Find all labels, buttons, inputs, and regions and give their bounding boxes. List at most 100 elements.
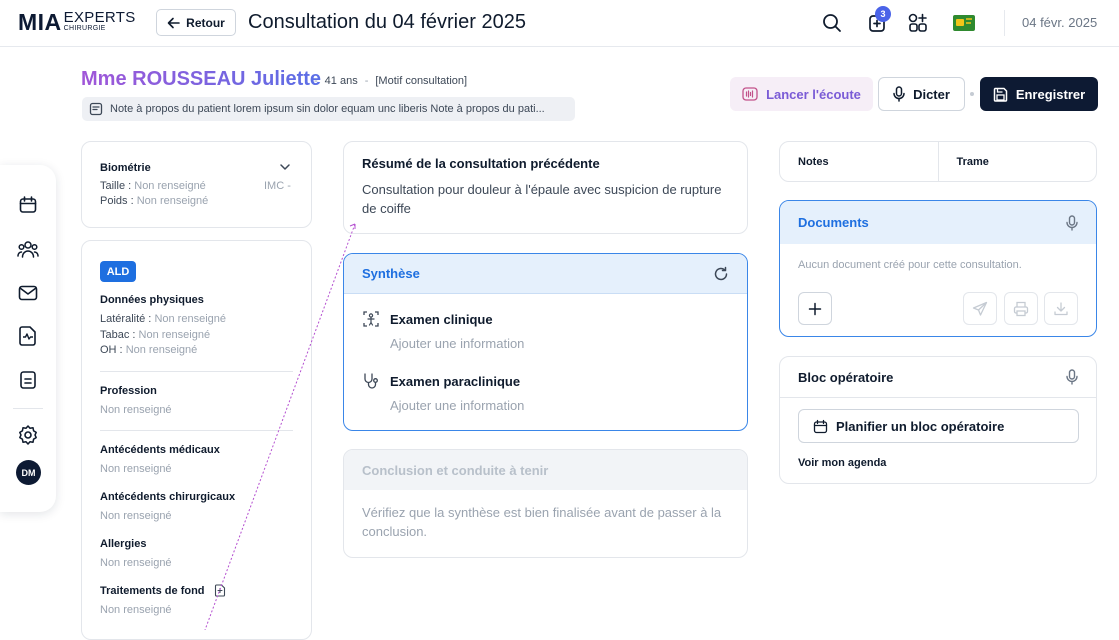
save-button[interactable]: Enregistrer bbox=[980, 77, 1098, 111]
biometrics-card: Biométrie Taille : Non renseigné IMC - P… bbox=[81, 141, 312, 228]
synthesis-card: Synthèse Examen clinique Ajouter une inf… bbox=[343, 253, 748, 431]
search-icon[interactable] bbox=[820, 11, 844, 35]
height-value[interactable]: Non renseigné bbox=[134, 180, 206, 192]
prescription-icon[interactable] bbox=[214, 584, 226, 602]
medical-history-title: Antécédents médicaux bbox=[100, 444, 220, 456]
microphone-icon bbox=[893, 86, 905, 102]
listen-label: Lancer l'écoute bbox=[766, 86, 861, 102]
operating-room-title: Bloc opératoire bbox=[798, 369, 894, 385]
side-rail: DM bbox=[0, 165, 56, 512]
mail-icon[interactable] bbox=[17, 282, 39, 304]
patient-name: Mme ROUSSEAU Juliette bbox=[81, 68, 322, 90]
patient-note-text: Note à propos du patient lorem ipsum sin… bbox=[110, 103, 545, 115]
note-icon bbox=[89, 102, 103, 116]
calendar-icon bbox=[813, 419, 828, 433]
stethoscope-icon bbox=[362, 372, 380, 395]
print-button[interactable] bbox=[1004, 292, 1038, 325]
refresh-icon[interactable] bbox=[713, 266, 729, 282]
notification-badge: 3 bbox=[875, 6, 891, 22]
surgical-history-value[interactable]: Non renseigné bbox=[100, 510, 172, 522]
synthesis-title: Synthèse bbox=[362, 266, 420, 281]
documents-title: Documents bbox=[798, 215, 869, 230]
treatments-title: Traitements de fond bbox=[100, 585, 205, 597]
download-icon bbox=[1054, 301, 1068, 315]
synthesis-header: Synthèse bbox=[344, 254, 747, 294]
tab-trame[interactable]: Trame bbox=[937, 142, 1097, 181]
schedule-surgery-label: Planifier un bloc opératoire bbox=[836, 418, 1005, 434]
previous-summary-text: Consultation pour douleur à l'épaule ave… bbox=[362, 182, 722, 216]
height-label: Taille : bbox=[100, 180, 132, 192]
biometrics-title: Biométrie bbox=[100, 162, 151, 174]
settings-icon[interactable] bbox=[17, 424, 39, 446]
profession-value[interactable]: Non renseigné bbox=[100, 404, 172, 416]
page-title: Consultation du 04 février 2025 bbox=[248, 11, 526, 33]
allergies-value[interactable]: Non renseigné bbox=[100, 557, 172, 569]
weight-value[interactable]: Non renseigné bbox=[137, 195, 209, 207]
vitale-card-icon[interactable] bbox=[952, 11, 976, 35]
patients-icon[interactable] bbox=[17, 238, 39, 260]
arrow-left-icon bbox=[167, 17, 180, 28]
patient-note[interactable]: Note à propos du patient lorem ipsum sin… bbox=[82, 97, 575, 121]
divider bbox=[100, 430, 293, 431]
print-icon bbox=[1013, 301, 1029, 316]
microphone-icon[interactable] bbox=[1066, 214, 1078, 231]
tobacco-value[interactable]: Non renseigné bbox=[139, 329, 211, 341]
header-date: 04 févr. 2025 bbox=[1022, 15, 1098, 30]
conclusion-card: Conclusion et conduite à tenir Vérifiez … bbox=[343, 449, 748, 558]
medical-history-value[interactable]: Non renseigné bbox=[100, 463, 172, 475]
user-avatar[interactable]: DM bbox=[16, 460, 41, 485]
alcohol-label: OH : bbox=[100, 344, 123, 356]
send-icon bbox=[972, 301, 988, 316]
alcohol-value[interactable]: Non renseigné bbox=[126, 344, 198, 356]
laterality-value[interactable]: Non renseigné bbox=[154, 313, 226, 325]
notes-tabs: Notes Trame bbox=[779, 141, 1097, 182]
patient-motif[interactable]: [Motif consultation] bbox=[375, 75, 467, 87]
calendar-icon[interactable] bbox=[17, 194, 39, 216]
apps-add-icon[interactable] bbox=[906, 11, 930, 35]
patient-dossier-card: ALD Données physiques Latéralité : Non r… bbox=[81, 240, 312, 640]
weight-label: Poids : bbox=[100, 195, 134, 207]
download-button[interactable] bbox=[1044, 292, 1078, 325]
divider bbox=[100, 371, 293, 372]
profession-title: Profession bbox=[100, 385, 157, 397]
bmi-label: IMC - bbox=[264, 180, 291, 192]
app-logo[interactable]: MIA EXPERTS CHIRURGIE bbox=[18, 9, 136, 34]
separator-dot bbox=[970, 92, 974, 96]
operating-room-card: Bloc opératoire Planifier un bloc opérat… bbox=[779, 356, 1097, 484]
body-scan-icon bbox=[362, 310, 380, 333]
paraclinical-exam-title: Examen paraclinique bbox=[390, 374, 521, 389]
medical-record-icon[interactable] bbox=[17, 325, 39, 347]
listen-button[interactable]: Lancer l'écoute bbox=[730, 77, 873, 111]
microphone-icon[interactable] bbox=[1066, 369, 1078, 385]
save-label: Enregistrer bbox=[1015, 86, 1086, 102]
save-icon bbox=[993, 87, 1008, 102]
clinical-exam-input[interactable]: Ajouter une information bbox=[390, 336, 524, 351]
logo-subtitle: EXPERTS bbox=[63, 9, 136, 26]
treatments-value[interactable]: Non renseigné bbox=[100, 604, 172, 616]
physical-data-title: Données physiques bbox=[100, 294, 204, 306]
back-button[interactable]: Retour bbox=[156, 9, 236, 36]
paraclinical-exam-input[interactable]: Ajouter une information bbox=[390, 398, 524, 413]
waveform-icon bbox=[742, 87, 758, 101]
documents-empty-text: Aucun document créé pour cette consultat… bbox=[798, 259, 1022, 271]
laterality-label: Latéralité : bbox=[100, 313, 152, 325]
ald-badge: ALD bbox=[100, 261, 136, 282]
tab-notes[interactable]: Notes bbox=[780, 142, 938, 181]
patient-meta: - 41 ans - [Motif consultation] bbox=[314, 75, 468, 87]
back-label: Retour bbox=[186, 15, 225, 30]
previous-summary-card: Résumé de la consultation précédente Con… bbox=[343, 141, 748, 234]
chevron-down-icon[interactable] bbox=[278, 160, 292, 179]
header-divider bbox=[1004, 10, 1005, 36]
send-button[interactable] bbox=[963, 292, 997, 325]
clipboard-icon[interactable] bbox=[17, 369, 39, 391]
agenda-link[interactable]: Voir mon agenda bbox=[798, 457, 886, 469]
plus-icon bbox=[808, 302, 822, 315]
documents-card: Documents Aucun document créé pour cette… bbox=[779, 200, 1097, 337]
patient-age: 41 ans bbox=[324, 75, 358, 87]
schedule-surgery-button[interactable]: Planifier un bloc opératoire bbox=[798, 409, 1079, 443]
top-bar: MIA EXPERTS CHIRURGIE Retour Consultatio… bbox=[0, 0, 1119, 47]
add-document-button[interactable] bbox=[798, 292, 832, 325]
dictate-label: Dicter bbox=[913, 86, 950, 102]
tobacco-label: Tabac : bbox=[100, 329, 136, 341]
dictate-button[interactable]: Dicter bbox=[878, 77, 965, 111]
